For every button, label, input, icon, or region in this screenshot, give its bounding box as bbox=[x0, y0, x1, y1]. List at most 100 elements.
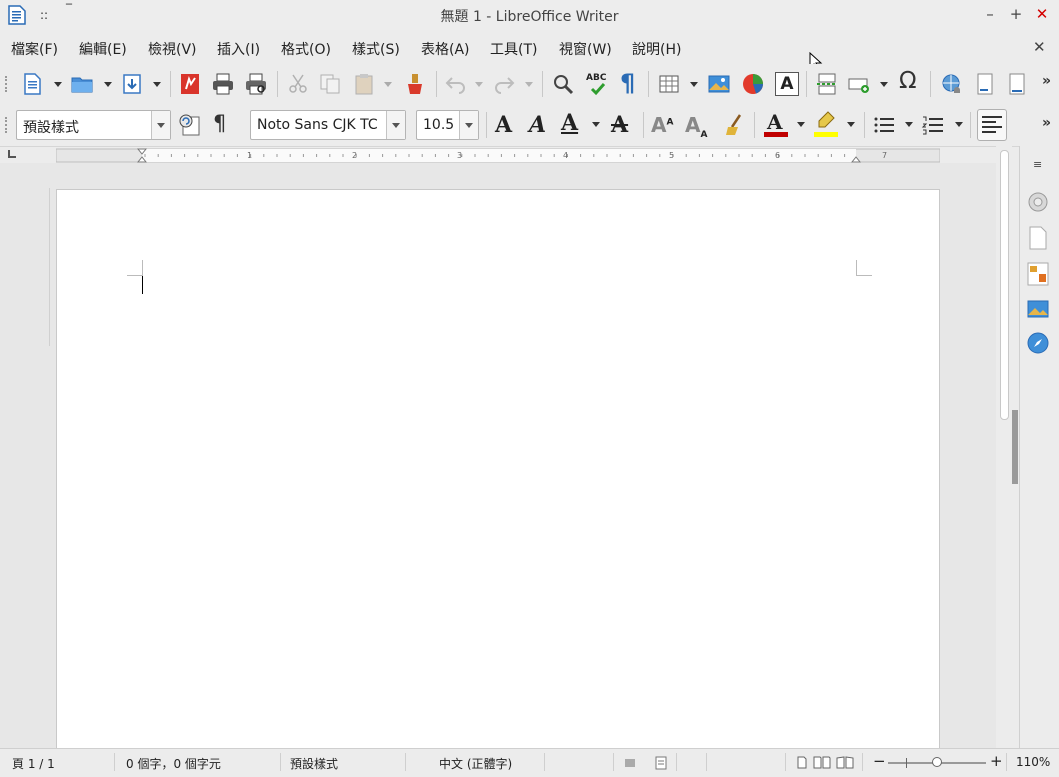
font-color-button[interactable]: A bbox=[764, 110, 788, 138]
menu-help[interactable]: 說明(H) bbox=[632, 39, 681, 59]
special-character-icon[interactable]: Ω bbox=[899, 68, 917, 94]
clone-formatting-icon[interactable] bbox=[403, 72, 427, 96]
menu-window[interactable]: 視窗(W) bbox=[559, 39, 612, 59]
properties-gear-icon[interactable] bbox=[1026, 190, 1050, 214]
vertical-scrollbar[interactable] bbox=[996, 146, 1012, 748]
more-toolbar-items-icon[interactable]: » bbox=[1042, 73, 1051, 89]
align-left-button[interactable] bbox=[977, 109, 1007, 141]
minimize-button[interactable]: – bbox=[982, 6, 998, 22]
redo-icon[interactable] bbox=[492, 72, 516, 96]
redo-dropdown-arrow[interactable] bbox=[525, 82, 533, 87]
underline-icon[interactable]: A bbox=[561, 110, 578, 136]
superscript-icon[interactable]: AA bbox=[651, 113, 673, 137]
menu-table[interactable]: 表格(A) bbox=[421, 39, 470, 59]
endnote-icon[interactable] bbox=[1005, 72, 1029, 96]
export-pdf-icon[interactable] bbox=[178, 72, 202, 96]
horizontal-ruler[interactable]: 1 2 3 4 5 6 7 bbox=[56, 148, 940, 163]
table-icon[interactable] bbox=[657, 72, 681, 96]
zoom-level[interactable]: 110% bbox=[1016, 755, 1050, 769]
chevron-down-icon[interactable] bbox=[151, 111, 170, 139]
tab-stop-type-icon[interactable] bbox=[8, 150, 16, 158]
new-document-icon[interactable] bbox=[20, 72, 44, 96]
menu-file[interactable]: 檔案(F) bbox=[11, 39, 58, 59]
open-folder-icon[interactable] bbox=[70, 72, 94, 96]
bullet-list-dropdown-arrow[interactable] bbox=[905, 122, 913, 127]
zoom-out-button[interactable]: − bbox=[873, 752, 886, 770]
multi-page-view-icon[interactable] bbox=[813, 756, 831, 769]
highlight-dropdown-arrow[interactable] bbox=[847, 122, 855, 127]
toolbar-grip[interactable] bbox=[5, 117, 11, 133]
navigator-icon[interactable] bbox=[1027, 332, 1049, 354]
open-dropdown-arrow[interactable] bbox=[104, 82, 112, 87]
save-icon[interactable] bbox=[120, 72, 144, 96]
styles-icon[interactable] bbox=[1027, 262, 1049, 286]
text-box-icon[interactable]: A bbox=[775, 72, 799, 96]
sidebar-menu-icon[interactable]: ≡ bbox=[1033, 158, 1042, 171]
document-page[interactable] bbox=[56, 189, 940, 759]
table-dropdown-arrow[interactable] bbox=[690, 82, 698, 87]
update-style-icon[interactable] bbox=[177, 113, 201, 137]
print-preview-icon[interactable] bbox=[244, 72, 268, 96]
numbered-list-dropdown-arrow[interactable] bbox=[955, 122, 963, 127]
copy-icon[interactable] bbox=[318, 72, 342, 96]
formatting-marks-icon[interactable]: ¶ bbox=[620, 69, 635, 97]
book-view-icon[interactable] bbox=[836, 756, 854, 769]
zoom-in-button[interactable]: + bbox=[990, 752, 1003, 770]
spelling-icon[interactable]: ABC bbox=[584, 72, 610, 98]
underline-dropdown-arrow[interactable] bbox=[592, 122, 600, 127]
save-dropdown-arrow[interactable] bbox=[153, 82, 161, 87]
document-modified-icon[interactable] bbox=[654, 756, 668, 770]
undo-icon[interactable] bbox=[444, 72, 468, 96]
paste-icon[interactable] bbox=[352, 72, 376, 96]
page-break-icon[interactable] bbox=[815, 72, 839, 96]
menu-format[interactable]: 格式(O) bbox=[281, 39, 331, 59]
chevron-down-icon[interactable] bbox=[386, 111, 405, 139]
new-style-icon[interactable]: ¶ bbox=[213, 111, 226, 135]
gallery-icon[interactable] bbox=[1027, 298, 1049, 320]
numbered-list-icon[interactable] bbox=[921, 113, 945, 137]
chart-icon[interactable] bbox=[741, 72, 765, 96]
zoom-slider-knob[interactable] bbox=[932, 757, 942, 767]
paste-dropdown-arrow[interactable] bbox=[384, 82, 392, 87]
toolbar-grip[interactable] bbox=[5, 76, 11, 92]
print-icon[interactable] bbox=[211, 72, 235, 96]
field-icon[interactable] bbox=[847, 72, 871, 96]
sidebar-collapse-handle[interactable] bbox=[1012, 410, 1018, 484]
menu-edit[interactable]: 編輯(E) bbox=[79, 39, 127, 59]
single-page-view-icon[interactable] bbox=[797, 756, 807, 769]
language-indicator[interactable]: 中文 (正體字) bbox=[439, 755, 512, 772]
hyperlink-icon[interactable] bbox=[940, 72, 964, 96]
menu-tools[interactable]: 工具(T) bbox=[490, 39, 537, 59]
maximize-button[interactable]: + bbox=[1008, 6, 1024, 22]
scrollbar-thumb[interactable] bbox=[1000, 150, 1009, 420]
footnote-icon[interactable] bbox=[973, 72, 997, 96]
field-dropdown-arrow[interactable] bbox=[880, 82, 888, 87]
font-size-combo[interactable]: 10.5 bbox=[416, 110, 479, 140]
page-properties-icon[interactable] bbox=[1028, 226, 1048, 250]
subscript-icon[interactable]: AA bbox=[685, 113, 707, 140]
menu-insert[interactable]: 插入(I) bbox=[217, 39, 260, 59]
image-icon[interactable] bbox=[707, 72, 731, 96]
chevron-down-icon[interactable] bbox=[459, 111, 478, 139]
page-indicator[interactable]: 頁 1 / 1 bbox=[12, 755, 55, 772]
clear-formatting-icon[interactable] bbox=[724, 113, 748, 137]
highlight-button[interactable] bbox=[814, 110, 838, 138]
new-dropdown-arrow[interactable] bbox=[54, 82, 62, 87]
more-toolbar-items-icon[interactable]: » bbox=[1042, 115, 1051, 131]
close-window-button[interactable]: ✕ bbox=[1034, 6, 1050, 22]
bold-icon[interactable]: A bbox=[495, 112, 512, 138]
word-count[interactable]: 0 個字，0 個字元 bbox=[126, 755, 221, 772]
selection-mode-icon[interactable] bbox=[624, 757, 636, 769]
find-replace-icon[interactable] bbox=[551, 72, 575, 96]
cut-icon[interactable] bbox=[286, 72, 310, 96]
menu-styles[interactable]: 樣式(S) bbox=[352, 39, 400, 59]
menu-view[interactable]: 檢視(V) bbox=[148, 39, 197, 59]
close-document-button[interactable]: ✕ bbox=[1033, 38, 1046, 56]
strikethrough-icon[interactable]: A bbox=[611, 112, 628, 138]
page-style[interactable]: 預設樣式 bbox=[290, 755, 338, 772]
undo-dropdown-arrow[interactable] bbox=[475, 82, 483, 87]
font-name-combo[interactable]: Noto Sans CJK TC bbox=[250, 110, 406, 140]
italic-icon[interactable]: A bbox=[529, 112, 546, 138]
bullet-list-icon[interactable] bbox=[872, 113, 896, 137]
font-color-dropdown-arrow[interactable] bbox=[797, 122, 805, 127]
